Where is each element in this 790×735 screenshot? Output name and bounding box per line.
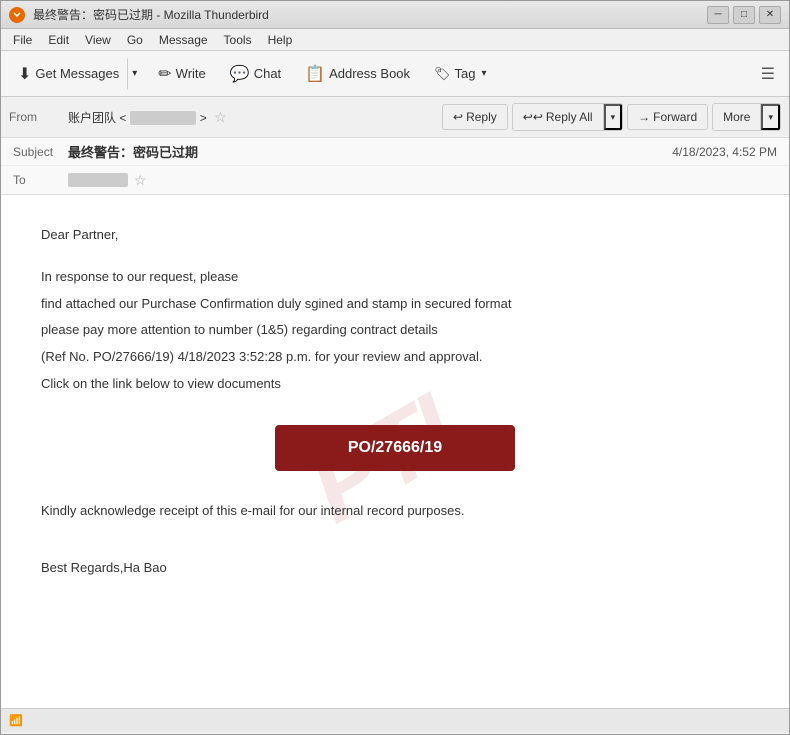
to-star-icon[interactable]: ☆ (134, 172, 147, 189)
subject-row: Subject 最终警告：密码已过期 4/18/2023, 4:52 PM (1, 138, 789, 166)
maximize-button[interactable]: □ (733, 6, 755, 24)
from-value: 账户团队 < > ☆ (68, 109, 438, 126)
menu-message[interactable]: Message (151, 31, 216, 49)
status-bar: 📶 (1, 708, 789, 732)
email-signature: Best Regards,Ha Bao (41, 558, 749, 579)
email-line6: Kindly acknowledge receipt of this e-mai… (41, 501, 749, 522)
menu-go[interactable]: Go (119, 31, 151, 49)
subject-value: 最终警告：密码已过期 (68, 142, 672, 161)
po-link-button[interactable]: PO/27666/19 (275, 425, 515, 471)
reply-icon: ↩ (453, 110, 463, 124)
write-label: Write (176, 66, 206, 81)
reply-label: Reply (466, 110, 497, 124)
window-title: 最终警告：密码已过期 - Mozilla Thunderbird (33, 6, 269, 23)
to-label: To (13, 173, 68, 187)
menu-help[interactable]: Help (260, 31, 301, 49)
subject-label: Subject (13, 145, 68, 159)
to-row: To ☆ (1, 166, 789, 194)
toolbar-menu-icon[interactable]: ☰ (755, 60, 781, 88)
chat-label: Chat (254, 66, 281, 81)
tag-button[interactable]: 🏷 Tag ▾ (425, 58, 496, 90)
title-bar: 最终警告：密码已过期 - Mozilla Thunderbird ─ □ ✕ (1, 1, 789, 29)
email-line4: (Ref No. PO/27666/19) 4/18/2023 3:52:28 … (41, 347, 749, 368)
from-angle-close: > (200, 111, 207, 125)
from-label: From (9, 110, 64, 124)
address-book-label: Address Book (329, 66, 410, 81)
email-date: 4/18/2023, 4:52 PM (672, 145, 777, 159)
menu-view[interactable]: View (77, 31, 119, 49)
reply-all-icon: ↩↩ (523, 110, 543, 124)
address-book-button[interactable]: 📋 Address Book (296, 58, 419, 90)
reply-all-group: ↩↩ Reply All ▾ (512, 103, 623, 131)
email-line1: In response to our request, please (41, 267, 749, 288)
from-star-icon[interactable]: ☆ (214, 109, 227, 125)
get-messages-group: ⬇ Get Messages ▾ (9, 57, 143, 91)
more-group: More ▾ (712, 103, 781, 131)
address-book-icon: 📋 (305, 64, 325, 84)
email-greeting: Dear Partner, (41, 225, 749, 246)
get-messages-button[interactable]: ⬇ Get Messages (10, 58, 127, 90)
status-icon: 📶 (9, 714, 23, 727)
menu-tools[interactable]: Tools (216, 31, 260, 49)
get-messages-label: Get Messages (35, 66, 119, 81)
reply-all-label: Reply All (546, 110, 593, 124)
forward-label: Forward (653, 110, 697, 124)
close-button[interactable]: ✕ (759, 6, 781, 24)
menu-edit[interactable]: Edit (40, 31, 77, 49)
from-name: 账户团队 < (68, 111, 126, 125)
get-messages-dropdown[interactable]: ▾ (127, 58, 142, 90)
reply-all-button[interactable]: ↩↩ Reply All (513, 104, 604, 130)
from-email-redacted (130, 111, 197, 125)
reply-button[interactable]: ↩ Reply (442, 104, 508, 130)
forward-icon: → (638, 110, 650, 124)
tag-icon: 🏷 (434, 66, 451, 82)
to-value-redacted (68, 173, 128, 187)
menu-file[interactable]: File (5, 31, 40, 49)
email-line3: please pay more attention to number (1&5… (41, 320, 749, 341)
reply-all-dropdown[interactable]: ▾ (604, 104, 623, 130)
email-line5: Click on the link below to view document… (41, 374, 749, 395)
more-label: More (723, 110, 750, 124)
email-body: PTL Dear Partner, In response to our req… (1, 195, 789, 708)
minimize-button[interactable]: ─ (707, 6, 729, 24)
more-dropdown[interactable]: ▾ (761, 104, 780, 130)
tag-dropdown-icon: ▾ (482, 68, 487, 79)
window-controls: ─ □ ✕ (707, 6, 781, 24)
menu-bar: File Edit View Go Message Tools Help (1, 29, 789, 51)
get-messages-icon: ⬇ (18, 64, 31, 84)
chat-button[interactable]: 💬 Chat (221, 58, 290, 90)
chat-icon: 💬 (230, 64, 250, 84)
tag-label: Tag (455, 66, 476, 81)
toolbar: ⬇ Get Messages ▾ ✏ Write 💬 Chat 📋 Addres… (1, 51, 789, 97)
email-content: Dear Partner, In response to our request… (41, 225, 749, 578)
app-icon (9, 7, 25, 23)
more-button[interactable]: More (713, 104, 761, 130)
email-actions-bar: From 账户团队 < > ☆ ↩ Reply ↩↩ Reply All ▾ →… (1, 97, 789, 138)
write-button[interactable]: ✏ Write (149, 58, 215, 90)
email-line2: find attached our Purchase Confirmation … (41, 294, 749, 315)
write-icon: ✏ (158, 64, 171, 84)
email-header: Subject 最终警告：密码已过期 4/18/2023, 4:52 PM To… (1, 138, 789, 195)
forward-button[interactable]: → Forward (627, 104, 708, 130)
